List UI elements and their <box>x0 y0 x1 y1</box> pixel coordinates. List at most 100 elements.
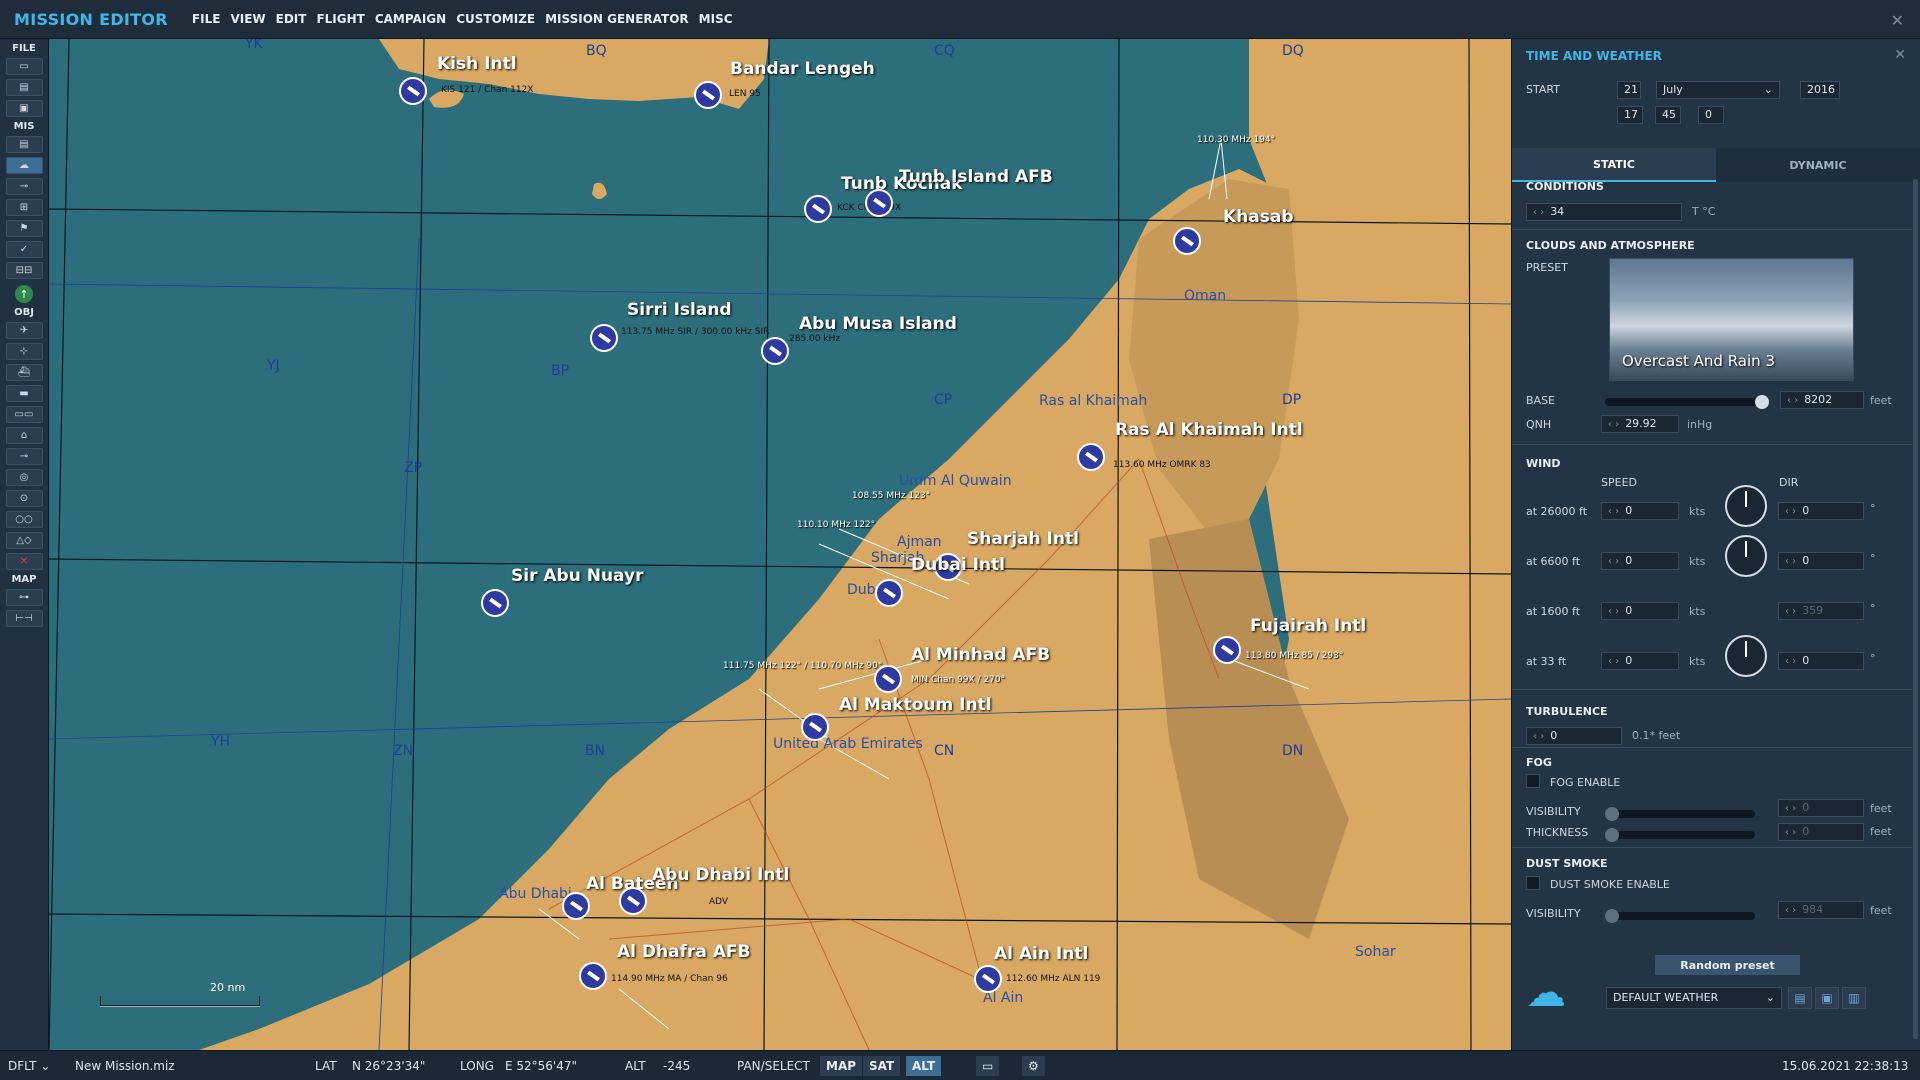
flag-icon[interactable]: ⚑ <box>5 220 43 237</box>
wind-dir-field[interactable]: 0 <box>1778 552 1864 570</box>
temperature-field[interactable]: 34 <box>1526 203 1682 221</box>
fly-mission-icon[interactable]: ↑ <box>15 285 33 303</box>
start-year-field[interactable]: 2016 <box>1800 81 1840 99</box>
wind-dir-field[interactable]: 0 <box>1778 502 1864 520</box>
wind-direction-dial[interactable] <box>1725 535 1767 577</box>
airport-icon[interactable] <box>619 887 647 915</box>
menu-campaign[interactable]: CAMPAIGN <box>375 12 446 26</box>
target-icon[interactable]: ◎ <box>5 469 43 486</box>
qnh-field[interactable]: 29.92 <box>1601 415 1679 433</box>
trigger-icon[interactable]: ⊸ <box>5 178 43 195</box>
goals-icon[interactable]: ⊞ <box>5 199 43 216</box>
vehicle-icon[interactable]: ▬ <box>5 385 43 402</box>
map-layers-icon[interactable]: ▭ <box>976 1056 1000 1076</box>
dust-visibility-knob[interactable] <box>1605 909 1619 923</box>
zone-icon[interactable]: ⊸ <box>5 448 43 465</box>
menu-view[interactable]: VIEW <box>230 12 265 26</box>
airport-icon[interactable] <box>875 579 903 607</box>
close-icon[interactable]: ✕ <box>1891 11 1904 30</box>
airport-label: Abu Musa Island <box>799 314 957 334</box>
nav-point-icon[interactable]: ⊙ <box>5 490 43 507</box>
wind-speed-field[interactable]: 0 <box>1601 602 1679 620</box>
menu-flight[interactable]: FLIGHT <box>316 12 364 26</box>
map-mode-button[interactable]: MAP <box>820 1056 863 1076</box>
map-options-icon[interactable]: ⊶ <box>5 589 43 606</box>
wind-dir-field[interactable]: 0 <box>1778 652 1864 670</box>
pan-select-mode[interactable]: PAN/SELECT <box>737 1059 810 1073</box>
menu-customize[interactable]: CUSTOMIZE <box>456 12 535 26</box>
fog-thickness-slider[interactable] <box>1605 831 1755 839</box>
new-file-icon[interactable]: ▭ <box>5 58 43 75</box>
airport-icon[interactable] <box>1077 443 1105 471</box>
shapes-icon[interactable]: △◇ <box>5 532 43 549</box>
start-hour-field[interactable]: 17 <box>1617 106 1643 124</box>
check-icon[interactable]: ✓ <box>5 241 43 258</box>
helicopter-icon[interactable]: ⊹ <box>5 343 43 360</box>
airport-icon[interactable] <box>804 195 832 223</box>
briefing-icon[interactable]: ▤ <box>5 136 43 153</box>
start-minute-field[interactable]: 45 <box>1655 106 1681 124</box>
delete-icon[interactable]: ✕ <box>5 553 43 570</box>
panel-scrollbar[interactable] <box>1913 179 1918 1039</box>
plane-icon[interactable]: ✈ <box>5 322 43 339</box>
airport-icon[interactable] <box>974 965 1002 993</box>
alt-mode-button[interactable]: ALT <box>906 1056 942 1076</box>
template-icon[interactable]: ⌂ <box>5 427 43 444</box>
random-preset-button[interactable]: Random preset <box>1655 955 1800 975</box>
base-slider[interactable] <box>1605 398 1767 406</box>
fog-visibility-knob[interactable] <box>1605 807 1619 821</box>
static-object-icon[interactable]: ▭▭ <box>5 406 43 423</box>
fog-visibility-slider[interactable] <box>1605 810 1755 818</box>
ruler-icon[interactable]: ⊢⊣ <box>5 610 43 627</box>
airport-icon[interactable] <box>399 77 427 105</box>
fog-thickness-knob[interactable] <box>1605 828 1619 842</box>
mode-select[interactable]: DFLT ⌄ <box>8 1059 50 1073</box>
airport-icon[interactable] <box>801 713 829 741</box>
menu-edit[interactable]: EDIT <box>276 12 307 26</box>
airport-icon[interactable] <box>562 892 590 920</box>
base-field[interactable]: 8202 <box>1780 391 1864 409</box>
start-second-field[interactable]: 0 <box>1698 106 1724 124</box>
menu-mission-generator[interactable]: MISSION GENERATOR <box>545 12 689 26</box>
open-folder-icon[interactable]: ▤ <box>5 79 43 96</box>
airport-icon[interactable] <box>579 962 607 990</box>
trash-icon[interactable]: ▥ <box>1842 987 1866 1009</box>
menu-misc[interactable]: MISC <box>699 12 733 26</box>
base-slider-knob[interactable] <box>1755 395 1769 409</box>
fog-enable-checkbox[interactable] <box>1526 774 1540 788</box>
bullseye-icon[interactable]: ○○ <box>5 511 43 528</box>
start-day-field[interactable]: 21 <box>1617 81 1641 99</box>
airport-icon[interactable] <box>1213 636 1241 664</box>
weather-template-select[interactable]: DEFAULT WEATHER ⌄ <box>1606 987 1782 1009</box>
wind-speed-field[interactable]: 0 <box>1601 552 1679 570</box>
dust-visibility-slider[interactable] <box>1605 912 1755 920</box>
open-folder-icon[interactable]: ▤ <box>1788 987 1812 1009</box>
fog-visibility-field: 0 <box>1778 799 1864 817</box>
dust-smoke-enable-checkbox[interactable] <box>1526 876 1540 890</box>
start-month-select[interactable]: July ⌄ <box>1656 81 1780 99</box>
cloud-preset-image[interactable]: Overcast And Rain 3 <box>1609 258 1854 381</box>
sat-mode-button[interactable]: SAT <box>863 1056 901 1076</box>
tab-static[interactable]: STATIC <box>1512 148 1716 182</box>
wind-speed-field[interactable]: 0 <box>1601 652 1679 670</box>
close-icon[interactable]: ✕ <box>1894 47 1906 63</box>
airport-icon[interactable] <box>694 81 722 109</box>
menu-file[interactable]: FILE <box>192 12 221 26</box>
ship-icon[interactable]: ⛴ <box>5 364 43 381</box>
save-icon[interactable]: ▣ <box>1815 987 1839 1009</box>
save-icon[interactable]: ▣ <box>5 100 43 117</box>
gear-icon[interactable]: ⚙ <box>1022 1056 1045 1076</box>
airport-icon[interactable] <box>1173 227 1201 255</box>
weather-icon[interactable]: ☁ <box>5 157 43 174</box>
airport-icon[interactable] <box>865 189 893 217</box>
turbulence-field[interactable]: 0 <box>1526 727 1622 745</box>
wind-speed-field[interactable]: 0 <box>1601 502 1679 520</box>
options-icon[interactable]: ⊟⊟ <box>5 262 43 279</box>
map-view[interactable]: YK BQ CQ DQ YJ BP CP DP ZP YH ZN BN CN D… <box>49 39 1511 1050</box>
wind-direction-dial[interactable] <box>1725 485 1767 527</box>
wind-direction-dial[interactable] <box>1725 635 1767 677</box>
airport-icon[interactable] <box>481 589 509 617</box>
tab-dynamic[interactable]: DYNAMIC <box>1716 148 1920 182</box>
airport-icon[interactable] <box>761 337 789 365</box>
airport-icon[interactable] <box>590 324 618 352</box>
